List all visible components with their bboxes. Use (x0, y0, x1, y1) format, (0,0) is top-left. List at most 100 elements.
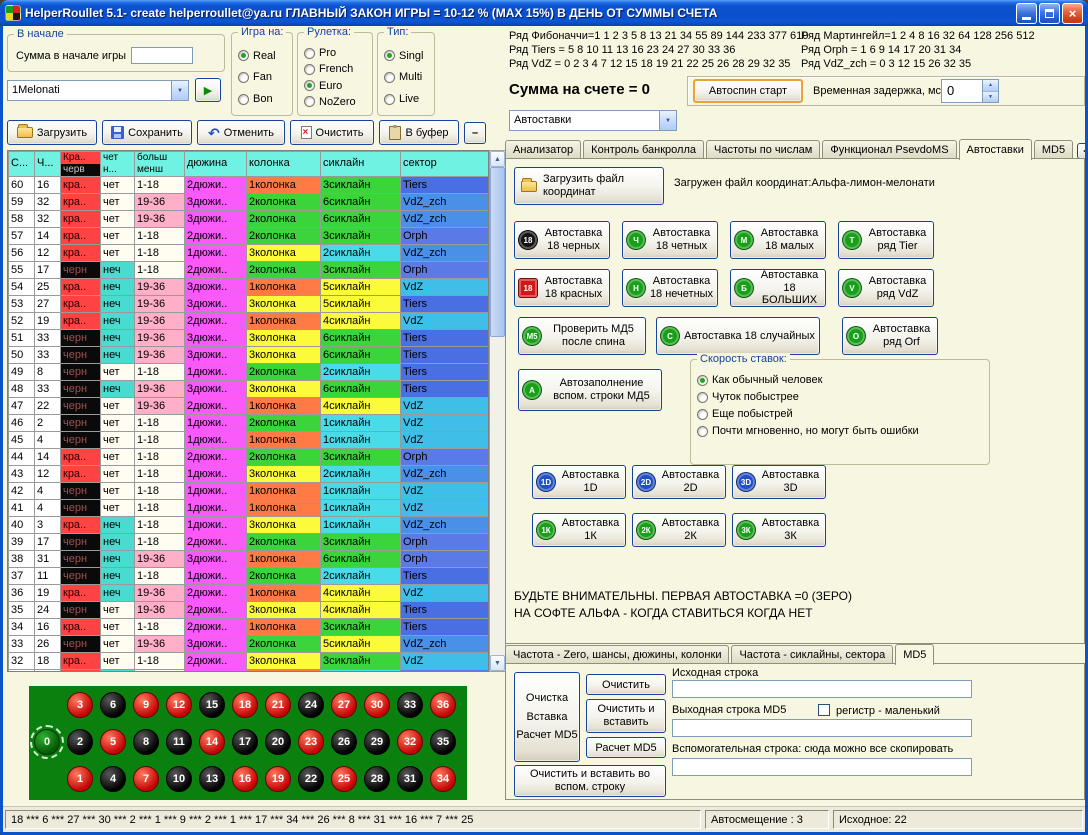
helper-string-input[interactable] (672, 758, 972, 776)
table-scrollbar[interactable]: ▲ ▼ (489, 150, 506, 672)
table-row[interactable]: 414чернчет1-181дюжи..1колонка1сиклайнVdZ (9, 500, 489, 517)
radio-option[interactable]: Singl (384, 50, 432, 62)
undo-button[interactable]: ↶Отменить (197, 120, 285, 145)
spinner-down-icon[interactable]: ▼ (983, 92, 998, 103)
radio-option[interactable]: Live (384, 93, 432, 105)
roulette-number-0[interactable]: 0 (34, 729, 60, 755)
table-row[interactable]: 3831черннеч19-363дюжи..1колонка6сиклайнO… (9, 551, 489, 568)
clear-button[interactable]: Очистить (290, 120, 374, 145)
table-row[interactable]: 4312кра..чет1-181дюжи..3колонка2сиклайнV… (9, 466, 489, 483)
roulette-number-27[interactable]: 27 (331, 692, 357, 718)
radio-option[interactable]: Еще побыстрей (697, 408, 987, 420)
clipboard-button[interactable]: В буфер (379, 120, 459, 145)
tab-item[interactable]: Частота - Zero, шансы, дюжины, колонки (505, 645, 729, 664)
roulette-number-5[interactable]: 5 (100, 729, 126, 755)
source-string-input[interactable] (672, 680, 972, 698)
table-row[interactable]: 5425кра..неч19-363дюжи..1колонка5сиклайн… (9, 279, 489, 296)
autobet-18-black-button[interactable]: 18Автоставка 18 черных (514, 221, 610, 259)
table-row[interactable]: 3416кра..чет1-182дюжи..1колонка3сиклайнT… (9, 619, 489, 636)
radio-option[interactable]: Как обычный человек (697, 374, 987, 386)
table-row[interactable]: 5932кра..чет19-363дюжи..2колонка6сиклайн… (9, 194, 489, 211)
table-row[interactable]: 3218кра..чет1-182дюжи..3колонка3сиклайнV… (9, 653, 489, 670)
autobet-row-tier-button[interactable]: ТАвтоставка ряд Tier (838, 221, 934, 259)
table-row[interactable]: 3711черннеч1-181дюжи..2колонка2сиклайнTi… (9, 568, 489, 585)
start-sum-input[interactable] (131, 47, 193, 64)
autobet-row-orf-button[interactable]: ОАвтоставка ряд Orf (842, 317, 938, 355)
radio-option[interactable]: Bon (238, 93, 290, 105)
roulette-number-14[interactable]: 14 (199, 729, 225, 755)
roulette-number-35[interactable]: 35 (430, 729, 456, 755)
autobet-1d-button[interactable]: 1DАвтоставка 1D (532, 465, 626, 499)
roulette-number-36[interactable]: 36 (430, 692, 456, 718)
clear-paste-calc-md5-button[interactable]: Очистка Вставка Расчет MD5 (514, 672, 580, 762)
scroll-down-icon[interactable]: ▼ (490, 655, 505, 671)
autobet-row-vdz-button[interactable]: VАвтоставка ряд VdZ (838, 269, 934, 307)
roulette-number-1[interactable]: 1 (67, 766, 93, 792)
radio-option[interactable]: NoZero (304, 96, 370, 108)
table-row[interactable]: 5033черннеч19-363дюжи..3колонка6сиклайнT… (9, 347, 489, 364)
autobet-2k-button[interactable]: 2КАвтоставка 2К (632, 513, 726, 547)
table-row[interactable]: 403кра..неч1-181дюжи..3колонка1сиклайнVd… (9, 517, 489, 534)
table-row[interactable]: 5612кра..чет1-181дюжи..3колонка2сиклайнV… (9, 245, 489, 262)
tab-item[interactable]: Функционал PsevdoMS (822, 140, 956, 159)
chevron-down-icon[interactable]: ▼ (659, 111, 676, 130)
table-row[interactable]: 5219кра..неч19-362дюжи..1колонка4сиклайн… (9, 313, 489, 330)
tab-item[interactable]: Частота - сиклайны, сектора (731, 645, 893, 664)
table-row[interactable]: 4833черннеч19-363дюжи..3колонка6сиклайнT… (9, 381, 489, 398)
roulette-number-18[interactable]: 18 (232, 692, 258, 718)
roulette-number-22[interactable]: 22 (298, 766, 324, 792)
table-row[interactable]: 462чернчет1-181дюжи..2колонка1сиклайнVdZ (9, 415, 489, 432)
table-row[interactable]: 6016кра..чет1-182дюжи..1колонка3сиклайнT… (9, 177, 489, 194)
radio-option[interactable]: French (304, 63, 370, 75)
autospin-start-button[interactable]: Автоспин старт (693, 79, 803, 103)
radio-option[interactable]: Multi (384, 71, 432, 83)
roulette-number-7[interactable]: 7 (133, 766, 159, 792)
play-button[interactable]: ▶ (195, 78, 221, 102)
spinner-up-icon[interactable]: ▲ (983, 80, 998, 92)
minimize-button[interactable] (1016, 3, 1037, 24)
table-row[interactable]: 4414кра..чет1-182дюжи..2колонка3сиклайнO… (9, 449, 489, 466)
roulette-number-12[interactable]: 12 (166, 692, 192, 718)
table-row[interactable]: 3524чернчет19-362дюжи..3колонка4сиклайнT… (9, 602, 489, 619)
scroll-up-icon[interactable]: ▲ (490, 151, 505, 167)
autobet-3d-button[interactable]: 3DАвтоставка 3D (732, 465, 826, 499)
maximize-button[interactable] (1039, 3, 1060, 24)
radio-option[interactable]: Чуток побыстрее (697, 391, 987, 403)
roulette-number-29[interactable]: 29 (364, 729, 390, 755)
lowercase-checkbox[interactable] (818, 704, 830, 716)
autobet-combobox[interactable]: Автоставки ▼ (509, 110, 677, 131)
roulette-number-34[interactable]: 34 (430, 766, 456, 792)
roulette-number-21[interactable]: 21 (265, 692, 291, 718)
autobet-18-even-button[interactable]: ЧАвтоставка 18 четных (622, 221, 718, 259)
roulette-number-25[interactable]: 25 (331, 766, 357, 792)
roulette-number-8[interactable]: 8 (133, 729, 159, 755)
roulette-number-9[interactable]: 9 (133, 692, 159, 718)
clear-insert-helper-button[interactable]: Очистить и вставить во вспом. строку (514, 765, 666, 797)
close-button[interactable]: × (1062, 3, 1083, 24)
md5-clear-paste-button[interactable]: Очистить и вставить (586, 699, 666, 733)
autobet-1k-button[interactable]: 1КАвтоставка 1К (532, 513, 626, 547)
tab-item[interactable]: Контроль банкролла (583, 140, 704, 159)
tab-item[interactable]: Автоставки (959, 139, 1032, 160)
roulette-number-30[interactable]: 30 (364, 692, 390, 718)
radio-option[interactable]: Fan (238, 71, 290, 83)
load-coordinates-button[interactable]: Загрузить файл координат (514, 167, 664, 205)
table-row[interactable]: 454чернчет1-181дюжи..1колонка1сиклайнVdZ (9, 432, 489, 449)
roulette-number-15[interactable]: 15 (199, 692, 225, 718)
roulette-number-32[interactable]: 32 (397, 729, 423, 755)
titlebar[interactable]: HelperRoullet 5.1- create helperroullet@… (0, 0, 1088, 26)
radio-option[interactable]: Real (238, 50, 290, 62)
folder-open-button[interactable]: Загрузить (7, 120, 97, 145)
roulette-number-26[interactable]: 26 (331, 729, 357, 755)
chevron-down-icon[interactable]: ▼ (171, 81, 188, 100)
roulette-number-28[interactable]: 28 (364, 766, 390, 792)
roulette-number-31[interactable]: 31 (397, 766, 423, 792)
table-row[interactable]: 5517черннеч1-182дюжи..2колонка3сиклайнOr… (9, 262, 489, 279)
table-row[interactable]: 498чернчет1-181дюжи..2колонка2сиклайнTie… (9, 364, 489, 381)
md5-calc-button[interactable]: Расчет MD5 (586, 737, 666, 758)
table-row[interactable]: 5832кра..чет19-363дюжи..2колонка6сиклайн… (9, 211, 489, 228)
output-string-input[interactable] (672, 719, 972, 737)
check-md5-after-spin-button[interactable]: М5Проверить МД5 после спина (518, 317, 646, 355)
roulette-number-23[interactable]: 23 (298, 729, 324, 755)
roulette-number-17[interactable]: 17 (232, 729, 258, 755)
